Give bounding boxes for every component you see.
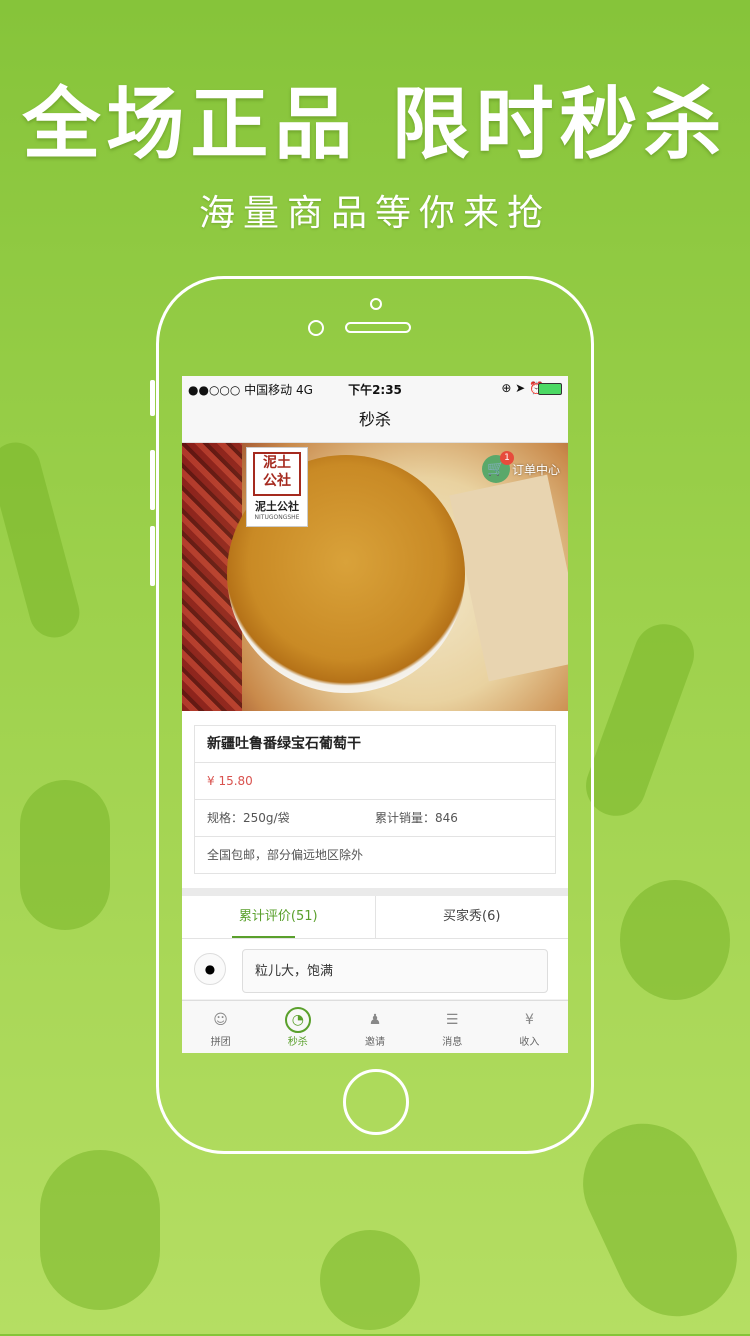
avatar[interactable]: ●: [194, 953, 226, 985]
brand-seal: 泥土 公社: [253, 452, 301, 496]
tabbar-label: 收入: [519, 1037, 540, 1048]
bottom-tab-bar: ☺ 拼团 ◔ 秒杀 ♟ 邀请 ☰ 消息 ¥ 收入: [182, 1000, 568, 1053]
veg-silhouette: [577, 615, 703, 825]
message-icon: ☰: [445, 1012, 459, 1028]
product-spec: 规格：250g/袋: [207, 811, 290, 825]
phone-side-button: [150, 380, 155, 416]
veg-silhouette: [563, 1104, 750, 1336]
shipping-note: 全国包邮，部分偏远地区除外: [207, 848, 364, 862]
wood-board-decoration: [449, 474, 568, 682]
product-title: 新疆吐鲁番绿宝石葡萄干: [195, 726, 555, 763]
product-info: 新疆吐鲁番绿宝石葡萄干 ¥ 15.80 规格：250g/袋 累计销量：846 全…: [182, 711, 568, 888]
product-price: ¥ 15.80: [195, 763, 555, 800]
promo-subline: 海量商品等你来抢: [198, 193, 551, 234]
tabbar-item-group[interactable]: ☺ 拼团: [182, 1001, 259, 1053]
tabbar-item-invite[interactable]: ♟ 邀请: [336, 1001, 413, 1053]
order-center-button[interactable]: 🛒 1 订单中心: [478, 451, 568, 487]
phone-side-button: [150, 450, 155, 510]
product-sales: 累计销量：846: [375, 811, 458, 825]
app-screen: ●●○○○ 中国移动 4G 下午2:35 ⊕ ➤ ⏰ 秒杀 泥土 公社 泥土公社…: [182, 376, 568, 1053]
tab-reviews[interactable]: 累计评价(51): [182, 896, 375, 938]
promo-headline: 全场正品 限时秒杀: [22, 80, 728, 170]
veg-silhouette: [20, 780, 110, 930]
brand-logo: 泥土 公社 泥土公社 NITUGONGSHE: [246, 447, 308, 527]
group-icon: ☺: [213, 1012, 228, 1028]
page-title: 秒杀: [182, 400, 568, 443]
add-user-icon: ♟: [368, 1012, 382, 1028]
status-bar: ●●○○○ 中国移动 4G 下午2:35 ⊕ ➤ ⏰: [182, 376, 568, 400]
brand-name: 泥土公社: [255, 500, 299, 513]
tabbar-item-messages[interactable]: ☰ 消息: [414, 1001, 491, 1053]
tabbar-label: 邀请: [365, 1037, 385, 1048]
veg-silhouette: [320, 1230, 420, 1330]
product-image: 泥土 公社 泥土公社 NITUGONGSHE 🛒 1 订单中心: [182, 443, 568, 711]
tabbar-item-flash-sale[interactable]: ◔ 秒杀: [259, 1001, 336, 1053]
phone-sensor: [370, 298, 382, 310]
veg-silhouette: [40, 1150, 160, 1310]
tabbar-item-income[interactable]: ¥ 收入: [491, 1001, 568, 1053]
veg-silhouette: [0, 436, 86, 644]
money-bag-icon: ¥: [524, 1012, 534, 1028]
product-card: 新疆吐鲁番绿宝石葡萄干 ¥ 15.80 规格：250g/袋 累计销量：846 全…: [194, 725, 556, 874]
clock-icon: ◔: [284, 1007, 311, 1033]
spec-row: 规格：250g/袋 累计销量：846: [195, 800, 555, 837]
battery-icon: [538, 383, 562, 395]
phone-home-button: [343, 1069, 409, 1135]
review-tabs: 累计评价(51) 买家秀(6): [182, 896, 568, 939]
divider: [182, 888, 568, 896]
review-text: 粒儿大，饱满: [242, 949, 548, 993]
tabbar-label: 秒杀: [287, 1037, 308, 1048]
order-center-label: 订单中心: [512, 463, 561, 477]
brand-name-en: NITUGONGSHE: [254, 514, 300, 521]
tabbar-label: 消息: [442, 1037, 463, 1048]
review-item: ● 粒儿大，饱满: [182, 939, 568, 999]
tab-buyer-show[interactable]: 买家秀(6): [374, 896, 569, 938]
phone-speaker: [345, 322, 411, 333]
veg-silhouette: [620, 880, 730, 1000]
tabbar-label: 拼团: [210, 1037, 231, 1048]
phone-camera: [308, 320, 324, 336]
phone-side-button: [150, 526, 155, 586]
